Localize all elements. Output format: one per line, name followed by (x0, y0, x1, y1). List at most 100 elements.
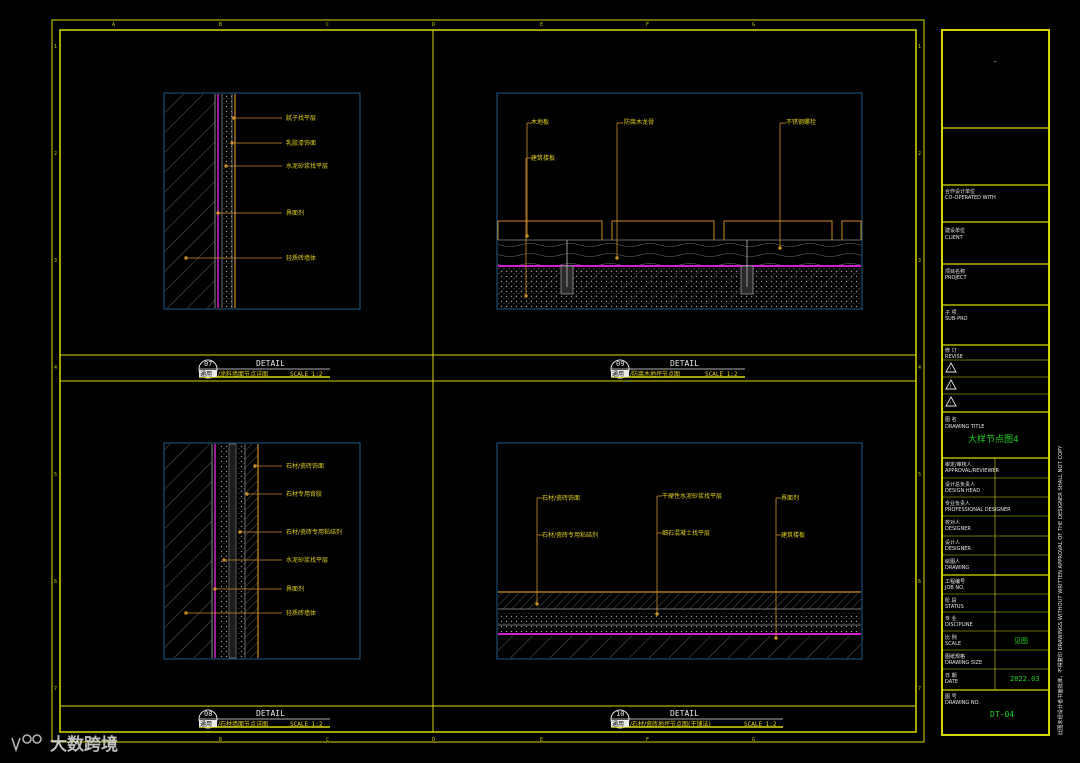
detail-08-scale: SCALE 1:2 (290, 721, 323, 728)
detail-10-label-5: 细石混凝土找平层 (662, 529, 710, 537)
tb-approval-cn: 审定/审核人 (945, 461, 972, 468)
tb-specialty-en: PROFESSIONAL DESIGNER (945, 507, 1011, 513)
detail-10-caption: 10 DETAIL 通用 /石材/瓷砖地坪节点图(干铺法) SCALE 1:2 (610, 709, 783, 729)
tb-job-cn: 工程编号 (945, 578, 965, 585)
detail-09-drawing: 木地板 防腐木龙骨 不锈钢螺栓 建筑楼板 (496, 92, 863, 310)
grid-row-1-right: 1 (918, 44, 921, 50)
detail-08-drawing: 石材/瓷砖饰面 石材专用背胶 石材/瓷砖专用粘结剂 水泥砂浆找平层 界面剂 轻质… (163, 442, 361, 660)
detail-10-drawing: 石材/瓷砖饰面 干硬性水泥砂浆找平层 界面剂 石材/瓷砖专用粘结剂 细石混凝土找… (496, 442, 863, 660)
grid-col-b-top: B (219, 22, 222, 28)
detail-09-label-2: 防腐木龙骨 (624, 118, 654, 126)
tb-status-cn: 阶 段 (945, 597, 957, 604)
detail-07-label-4: 界面剂 (286, 209, 304, 217)
drawing-sheet: A B C D E F G A B C D E F G 1 2 3 4 5 6 … (11, 19, 1064, 755)
grid-row-4-left: 4 (54, 365, 57, 371)
detail-09-label-4: 建筑楼板 (531, 154, 555, 162)
watermark: 大数跨境 (11, 734, 118, 755)
tb-date-en: DATE (945, 679, 958, 685)
grid-row-6-left: 6 (54, 579, 57, 585)
detail-10-number: 10 (616, 710, 624, 718)
grid-col-a-top: A (112, 22, 115, 28)
tb-revise-en: REVISE (945, 354, 963, 360)
grid-col-d-top: D (432, 22, 435, 28)
grid-row-4-right: 4 (918, 365, 921, 371)
detail-09-label-3: 不锈钢螺栓 (786, 118, 816, 126)
detail-07-sub-prefix: 通用 (200, 370, 212, 378)
grid-row-7-right: 7 (918, 686, 921, 692)
tb-discipline-en: DISCIPLINE (945, 622, 973, 628)
detail-07-label-2: 乳胶漆饰面 (286, 139, 316, 147)
detail-08-number: 08 (204, 710, 212, 718)
grid-col-f-top: F (646, 22, 649, 28)
tb-project-en: PROJECT (945, 275, 968, 281)
detail-08-label-2: 石材专用背胶 (286, 490, 322, 498)
svg-text:!: ! (950, 384, 952, 389)
grid-col-g-top: G (752, 22, 755, 28)
detail-07-title: DETAIL (256, 359, 285, 368)
tb-discipline-cn: 专 业 (945, 615, 957, 622)
tb-scale-value: 见图 (1014, 637, 1028, 645)
tb-drawing-title-en: DRAWING TITLE (945, 424, 984, 430)
detail-09-sub-name: /防腐木地坪节点图 (630, 370, 680, 378)
tb-dwgno-en: DRAWING NO. (945, 700, 980, 706)
tb-subproj-cn: 子 项 (945, 309, 957, 316)
grid-row-5-right: 5 (918, 472, 921, 478)
tb-scale-cn: 比 例 (945, 634, 957, 641)
grid-col-b-bot: B (219, 737, 222, 743)
detail-08-sub-name: /石材墙面节点详图 (218, 720, 268, 728)
detail-10-label-2: 干硬性水泥砂浆找平层 (662, 492, 722, 500)
grid-row-3-left: 3 (54, 258, 57, 264)
grid-col-f-bot: F (646, 737, 649, 743)
detail-07-scale: SCALE 1:2 (290, 371, 323, 378)
tb-client-en: CLIENT (945, 235, 964, 241)
tb-top-mark: - (994, 58, 997, 66)
detail-07-drawing: 腻子找平层 乳胶漆饰面 水泥砂浆找平层 界面剂 轻质砖墙体 (163, 92, 361, 310)
detail-07-label-5: 轻质砖墙体 (286, 254, 316, 262)
tb-checker-en: DESIGNER (945, 526, 971, 532)
tb-subproj-en: SUB-PRO (945, 316, 968, 322)
grid-row-2-right: 2 (918, 151, 921, 157)
detail-10-sub-name: /石材/瓷砖地坪节点图(干铺法) (630, 720, 711, 728)
detail-09-sub-prefix: 通用 (612, 370, 624, 378)
tb-cooperated-cn: 合作设计单位 (945, 188, 975, 195)
detail-08-caption: 08 DETAIL 通用 /石材墙面节点详图 SCALE 1:2 (198, 709, 330, 729)
tb-approval-en: APPROVAL/REVIEWER (945, 468, 1000, 474)
detail-08-label-6: 轻质砖墙体 (286, 609, 316, 617)
detail-09-scale: SCALE 1:2 (705, 371, 738, 378)
tb-design-head-en: DESIGN HEAD (945, 488, 980, 494)
detail-10-label-3: 界面剂 (781, 494, 799, 502)
detail-09-title: DETAIL (670, 359, 699, 368)
detail-10-title: DETAIL (670, 709, 699, 718)
detail-08-label-4: 水泥砂浆找平层 (286, 556, 328, 564)
detail-09-caption: 09 DETAIL 通用 /防腐木地坪节点图 SCALE 1:2 (610, 359, 745, 379)
tb-specialty-cn: 专业负责人 (945, 500, 970, 507)
detail-10-label-1: 石材/瓷砖饰面 (542, 494, 580, 502)
detail-09-label-1: 木地板 (531, 118, 549, 126)
tb-scale-en: SCALE (945, 641, 961, 647)
tb-drawing-en: DRAWING (945, 565, 969, 571)
grid-row-3-right: 3 (918, 258, 921, 264)
tb-drawing-title-cn: 图 名 (945, 416, 957, 423)
tb-job-en: JOB NO. (944, 585, 965, 591)
svg-text:!: ! (950, 401, 952, 406)
detail-07-sub-name: /涂料墙面节点详图 (218, 370, 268, 378)
grid-row-2-left: 2 (54, 151, 57, 157)
grid-col-e-top: E (540, 22, 543, 28)
grid-col-c-top: C (326, 22, 329, 28)
grid-row-5-left: 5 (54, 472, 57, 478)
detail-08-label-5: 界面剂 (286, 585, 304, 593)
grid-col-c-bot: C (326, 737, 329, 743)
tb-dwgno-value: DT-04 (990, 710, 1014, 719)
svg-text:!: ! (950, 367, 952, 372)
title-block: - 合作设计单位 CO-OPERATED WITH 建设单位 CLIENT 项目… (941, 29, 1064, 736)
detail-09-number: 09 (616, 360, 624, 368)
grid-col-d-bot: D (432, 737, 435, 743)
tb-client-cn: 建设单位 (945, 227, 965, 234)
tb-size-en: DRAWING SIZE (945, 660, 982, 666)
detail-07-label-3: 水泥砂浆找平层 (286, 162, 328, 170)
detail-08-title: DETAIL (256, 709, 285, 718)
tb-drawing-title-value: 大样节点图4 (968, 433, 1019, 445)
tb-drawing-cn: 绘图人 (945, 558, 960, 565)
watermark-text: 大数跨境 (50, 734, 118, 755)
tb-designer-cn: 设计人 (945, 539, 960, 546)
